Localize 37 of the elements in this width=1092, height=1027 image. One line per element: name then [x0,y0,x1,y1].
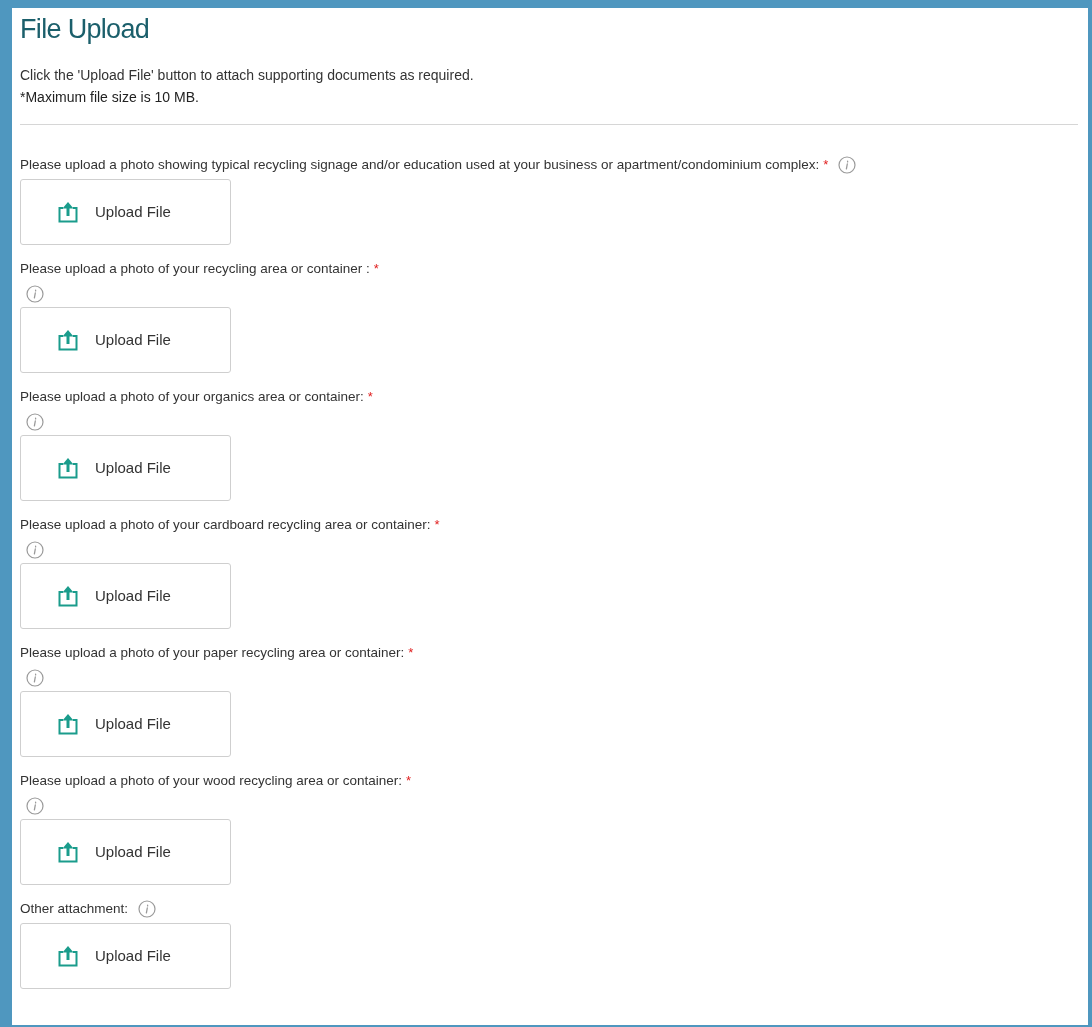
upload-icon [57,841,79,863]
upload-file-button[interactable]: Upload File [20,435,231,501]
field-label: Please upload a photo of your wood recycling area or container: [20,772,402,790]
required-mark: * [367,388,373,406]
info-icon[interactable] [138,900,157,918]
upload-icon [57,329,79,351]
page-title: File Upload [20,13,151,46]
field-label: Please upload a photo showing typical recycling signage and/or education used at your business or apartment/condominium complex: [20,156,820,174]
upload-icon [57,713,79,735]
info-icon[interactable] [26,413,44,431]
info-icon[interactable] [26,669,44,687]
upload-file-button[interactable]: Upload File [20,179,231,245]
upload-file-button[interactable]: Upload File [20,691,231,757]
upload-file-button[interactable]: Upload File [20,923,231,989]
upload-file-button[interactable]: Upload File [20,307,231,373]
upload-icon [57,945,79,967]
required-mark: * [373,260,379,278]
intro-text: Click the 'Upload File' button to attach supporting documents as required. [20,66,475,85]
info-icon[interactable] [26,285,44,303]
info-icon[interactable] [838,156,857,174]
upload-icon [57,585,79,607]
field-label: Please upload a photo of your paper recycling area or container: [20,644,405,662]
upload-icon [57,457,79,479]
field-label: Other attachment: [20,900,129,918]
upload-file-button[interactable]: Upload File [20,819,231,885]
required-mark: * [406,772,412,790]
required-mark: * [823,156,829,174]
info-icon[interactable] [26,797,44,815]
upload-file-button[interactable]: Upload File [20,563,231,629]
required-mark: * [408,644,414,662]
field-label: Please upload a photo of your recycling area or container : [20,260,370,278]
upload-icon [57,201,79,223]
required-mark: * [434,516,440,534]
file-size-note: *Maximum file size is 10 MB. [20,88,200,107]
info-icon[interactable] [26,541,44,559]
field-label: Please upload a photo of your organics area or container: [20,388,364,406]
field-label: Please upload a photo of your cardboard recycling area or container: [20,516,431,534]
